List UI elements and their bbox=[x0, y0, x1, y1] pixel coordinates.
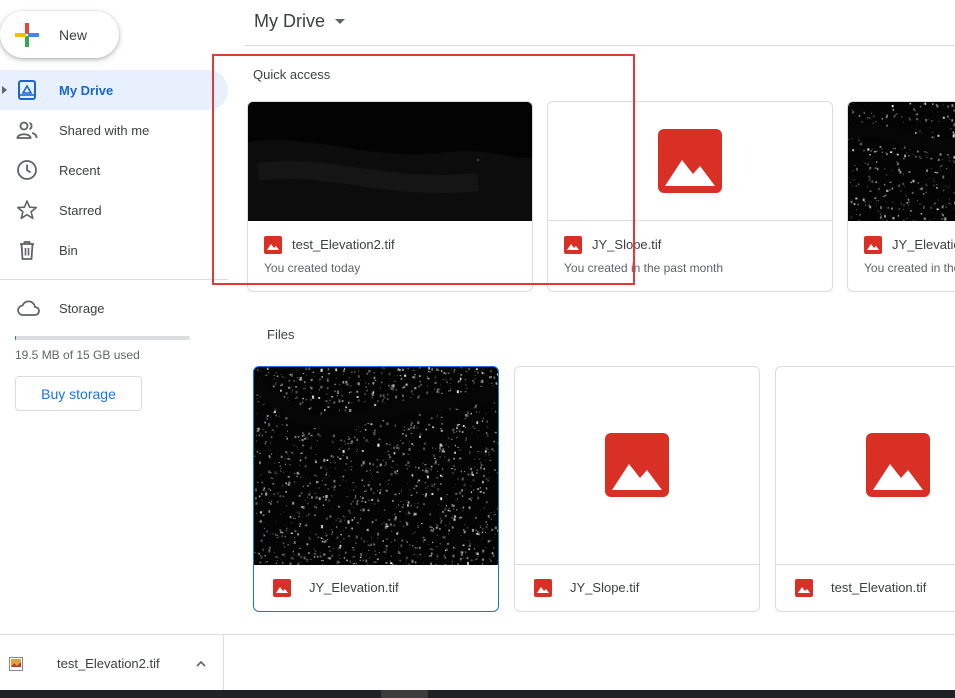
file-reason: You created in the past month bbox=[564, 261, 723, 275]
buy-storage-button[interactable]: Buy storage bbox=[15, 376, 142, 411]
storage-progress-bar bbox=[15, 336, 190, 340]
my-drive-icon bbox=[16, 79, 38, 101]
dropdown-arrow-icon bbox=[335, 19, 345, 24]
sidebar-item-label: Bin bbox=[59, 243, 78, 258]
file-card[interactable]: test_Elevation.tif bbox=[775, 366, 955, 612]
taskbar-active-item[interactable] bbox=[381, 690, 428, 698]
sidebar-item-starred[interactable]: Starred bbox=[0, 190, 228, 230]
file-card[interactable]: JY_Slope.tif bbox=[514, 366, 760, 612]
new-button[interactable]: New bbox=[0, 11, 119, 58]
sidebar-item-label: Recent bbox=[59, 163, 101, 178]
cloud-icon bbox=[16, 298, 40, 318]
file-name: JY_Elevation.tif bbox=[309, 580, 399, 595]
sidebar-item-label: Starred bbox=[59, 203, 102, 218]
image-placeholder-icon bbox=[658, 129, 722, 193]
chevron-up-icon[interactable] bbox=[195, 657, 207, 669]
file-name: test_Elevation.tif bbox=[831, 580, 927, 595]
header-divider bbox=[244, 45, 955, 46]
clock-icon bbox=[16, 159, 38, 181]
file-thumbnail bbox=[254, 367, 498, 567]
file-reason: You created in the past month bbox=[864, 261, 955, 275]
image-file-icon bbox=[795, 579, 813, 597]
file-name: JY_Slope.tif bbox=[570, 580, 640, 595]
star-icon bbox=[16, 199, 38, 221]
image-file-icon bbox=[9, 657, 23, 671]
download-bar: test_Elevation2.tif bbox=[0, 634, 955, 691]
sidebar-item-shared-with-me[interactable]: Shared with me bbox=[0, 110, 228, 150]
sidebar-item-recent[interactable]: Recent bbox=[0, 150, 228, 190]
storage-used-text: 19.5 MB of 15 GB used bbox=[15, 348, 140, 362]
image-placeholder-icon bbox=[605, 433, 669, 497]
download-item[interactable]: test_Elevation2.tif bbox=[0, 635, 224, 691]
plus-icon bbox=[14, 22, 40, 48]
new-button-label: New bbox=[59, 26, 88, 43]
drive-window: New My Drive Shared with me Recent Starr… bbox=[0, 0, 955, 698]
image-file-icon bbox=[564, 236, 582, 254]
sidebar-item-my-drive[interactable]: My Drive bbox=[0, 70, 228, 110]
storage-label: Storage bbox=[59, 301, 105, 316]
file-name: JY_Elevation.tif bbox=[892, 237, 955, 252]
taskbar bbox=[0, 690, 955, 698]
sidebar-item-storage[interactable]: Storage bbox=[0, 290, 228, 330]
image-placeholder-icon bbox=[866, 433, 930, 497]
sidebar-item-label: My Drive bbox=[59, 83, 114, 98]
file-card[interactable]: JY_Elevation.tif bbox=[253, 366, 499, 612]
sidebar-item-bin[interactable]: Bin bbox=[0, 230, 228, 270]
file-thumbnail bbox=[515, 367, 759, 565]
sidebar-item-label: Shared with me bbox=[59, 123, 150, 138]
image-file-icon bbox=[864, 236, 882, 254]
file-name: JY_Slope.tif bbox=[592, 237, 662, 252]
quick-access-card[interactable]: test_Elevation2.tif You created today bbox=[247, 101, 533, 292]
page-title-text: My Drive bbox=[254, 11, 325, 31]
image-file-icon bbox=[273, 579, 291, 597]
download-file-name: test_Elevation2.tif bbox=[57, 656, 160, 671]
files-heading: Files bbox=[267, 327, 295, 342]
file-thumbnail bbox=[548, 102, 832, 221]
file-thumbnail bbox=[848, 102, 955, 223]
quick-access-heading: Quick access bbox=[253, 67, 331, 82]
sidebar-divider bbox=[0, 279, 228, 280]
quick-access-card[interactable]: JY_Slope.tif You created in the past mon… bbox=[547, 101, 833, 292]
trash-icon bbox=[16, 239, 38, 261]
file-thumbnail bbox=[776, 367, 955, 565]
file-thumbnail bbox=[248, 102, 532, 221]
file-name: test_Elevation2.tif bbox=[292, 237, 395, 252]
quick-access-card[interactable]: JY_Elevation.tif You created in the past… bbox=[847, 101, 955, 292]
sidebar-nav: My Drive Shared with me Recent Starred B… bbox=[0, 70, 228, 270]
image-file-icon bbox=[534, 579, 552, 597]
page-title[interactable]: My Drive bbox=[254, 11, 345, 32]
file-reason: You created today bbox=[264, 261, 361, 275]
people-icon bbox=[16, 119, 38, 141]
expand-arrow-icon[interactable] bbox=[2, 86, 7, 94]
image-file-icon bbox=[264, 236, 282, 254]
